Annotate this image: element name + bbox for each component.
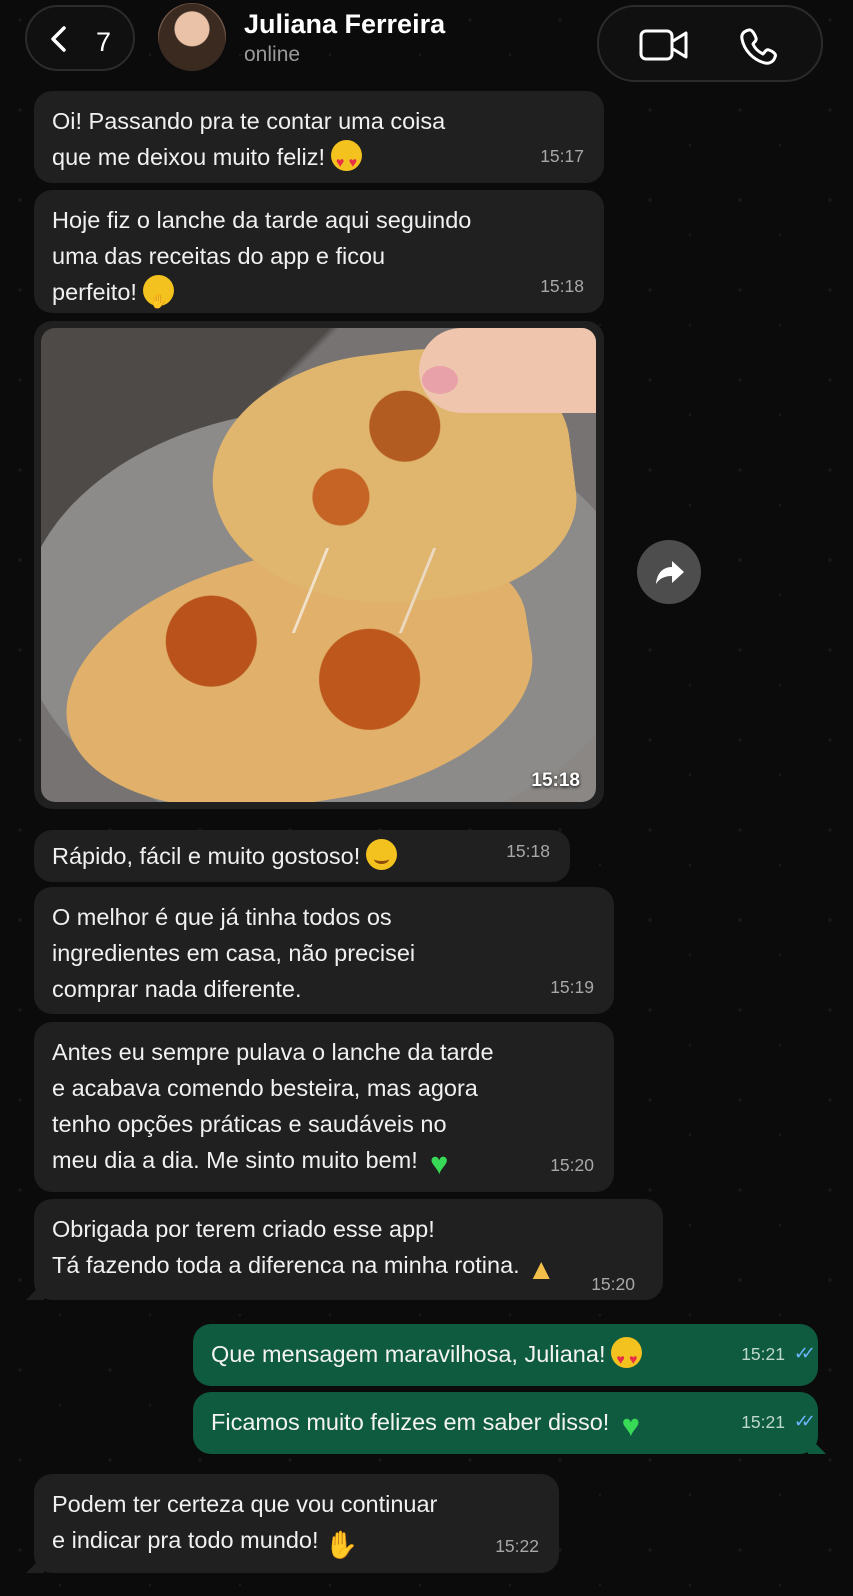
green-heart-emoji-icon: ♥: [430, 1146, 449, 1181]
incoming-message[interactable]: Oi! Passando pra te contar uma coisa que…: [34, 91, 604, 183]
message-time: 15:20: [550, 1155, 594, 1175]
message-time: 15:19: [550, 977, 594, 997]
message-text: O melhor é que já tinha todos os ingredi…: [52, 904, 416, 1002]
message-text: Oi! Passando pra te contar uma coisa que…: [52, 103, 586, 180]
call-actions: [597, 5, 823, 82]
message-text: Ficamos muito felizes em saber disso! ♥: [211, 1404, 800, 1441]
green-heart-emoji-icon: ♥: [621, 1408, 641, 1443]
contact-status: online: [244, 43, 301, 66]
contact-avatar[interactable]: [158, 3, 226, 71]
contact-name[interactable]: Juliana Ferreira: [244, 9, 445, 40]
message-time: 15:18: [506, 841, 550, 861]
message-time: 15:22: [495, 1536, 539, 1556]
message-text: Que mensagem maravilhosa, Juliana!: [211, 1336, 800, 1377]
heart-eyes-emoji-icon: [611, 1337, 643, 1377]
back-button[interactable]: 7: [25, 5, 135, 71]
outgoing-message[interactable]: Que mensagem maravilhosa, Juliana! 15:21…: [193, 1324, 818, 1386]
food-photo[interactable]: 15:18: [41, 328, 596, 802]
message-time: 15:21: [741, 1344, 785, 1364]
incoming-message[interactable]: Hoje fiz o lanche da tarde aqui seguindo…: [34, 190, 604, 319]
message-time: 15:17: [540, 146, 584, 166]
message-text: Hoje fiz o lanche da tarde aqui seguindo…: [52, 202, 586, 319]
incoming-message[interactable]: Obrigada por terem criado esse app! Tá f…: [26, 1199, 663, 1300]
phone-call-icon[interactable]: [739, 26, 779, 66]
chat-header: 7 Juliana Ferreira online: [0, 0, 853, 86]
heart-eyes-emoji-icon: [331, 140, 363, 180]
unread-count: 7: [96, 27, 112, 57]
chevron-left-icon: [51, 26, 66, 52]
read-receipt-icon: ✓✓: [793, 1343, 816, 1363]
video-call-icon[interactable]: [639, 29, 689, 61]
face-with-hand-over-mouth-emoji-icon: [142, 275, 174, 319]
clapping-hands-emoji-icon: ✋: [324, 1530, 359, 1560]
message-time: 15:18: [540, 276, 584, 296]
forward-arrow-icon: [656, 561, 684, 584]
fingernail: [422, 366, 458, 394]
incoming-message[interactable]: Podem ter certeza que vou continuar e in…: [26, 1474, 559, 1573]
image-message[interactable]: 15:18: [34, 321, 604, 809]
incoming-message[interactable]: Rápido, fácil e muito gostoso! 15:18: [34, 830, 570, 882]
message-text: Rápido, fácil e muito gostoso!: [52, 838, 552, 874]
incoming-message[interactable]: Antes eu sempre pulava o lanche da tarde…: [34, 1022, 614, 1192]
incoming-message[interactable]: O melhor é que já tinha todos os ingredi…: [34, 887, 614, 1014]
folded-hands-emoji-icon: ▲: [526, 1254, 556, 1286]
forward-button[interactable]: [637, 540, 701, 604]
outgoing-message[interactable]: Ficamos muito felizes em saber disso! ♥ 1…: [193, 1392, 826, 1454]
message-time: 15:20: [591, 1274, 635, 1294]
image-time: 15:18: [531, 770, 580, 791]
message-text: Obrigada por terem criado esse app! Tá f…: [52, 1216, 556, 1286]
message-text: Antes eu sempre pulava o lanche da tarde…: [52, 1039, 494, 1181]
read-receipt-icon: ✓✓: [793, 1411, 816, 1431]
message-time: 15:21: [741, 1412, 785, 1432]
message-text: Podem ter certeza que vou continuar e in…: [52, 1491, 438, 1560]
smiling-face-emoji-icon: [366, 839, 398, 870]
